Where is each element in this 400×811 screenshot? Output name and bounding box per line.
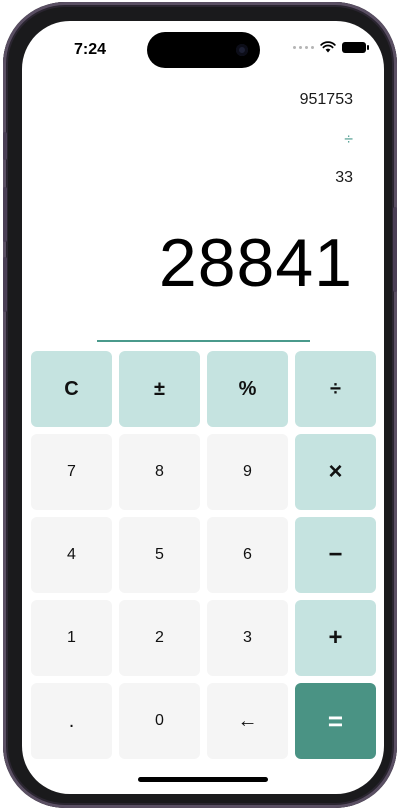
history-first-operand: 951753 [299,91,353,108]
digit-7-button[interactable]: 7 [31,434,112,510]
camera-icon [236,44,248,56]
digit-8-button[interactable]: 8 [119,434,200,510]
home-indicator[interactable] [138,777,268,782]
volume-up-button [3,187,7,242]
digit-6-button[interactable]: 6 [207,517,288,593]
plus-button[interactable]: + [295,600,376,676]
phone-frame: 7:24 951753 ÷ 33 28841 C ± % ÷ 7 8 9 × 4… [3,2,397,808]
history-operator: ÷ [344,131,353,148]
action-button [3,132,7,160]
digit-1-button[interactable]: 1 [31,600,112,676]
status-icons [293,41,369,53]
equals-button[interactable]: = [295,683,376,759]
decimal-button[interactable]: . [31,683,112,759]
screen: 7:24 951753 ÷ 33 28841 C ± % ÷ 7 8 9 × 4… [22,21,384,794]
status-time: 7:24 [74,41,107,58]
signal-dots-icon [293,45,314,49]
plus-minus-button[interactable]: ± [119,351,200,427]
wifi-icon [320,41,336,53]
backspace-button[interactable]: ← [207,683,288,759]
digit-9-button[interactable]: 9 [207,434,288,510]
volume-down-button [3,257,7,312]
battery-icon [342,41,369,53]
digit-4-button[interactable]: 4 [31,517,112,593]
dynamic-island [147,32,260,68]
multiply-button[interactable]: × [295,434,376,510]
digit-5-button[interactable]: 5 [119,517,200,593]
clear-button[interactable]: C [31,351,112,427]
divide-button[interactable]: ÷ [295,351,376,427]
digit-0-button[interactable]: 0 [119,683,200,759]
display-divider [97,340,310,342]
digit-2-button[interactable]: 2 [119,600,200,676]
history-second-operand: 33 [335,169,353,186]
percent-button[interactable]: % [207,351,288,427]
digit-3-button[interactable]: 3 [207,600,288,676]
minus-button[interactable]: − [295,517,376,593]
result-display: 28841 [158,225,353,301]
power-button [393,207,397,292]
